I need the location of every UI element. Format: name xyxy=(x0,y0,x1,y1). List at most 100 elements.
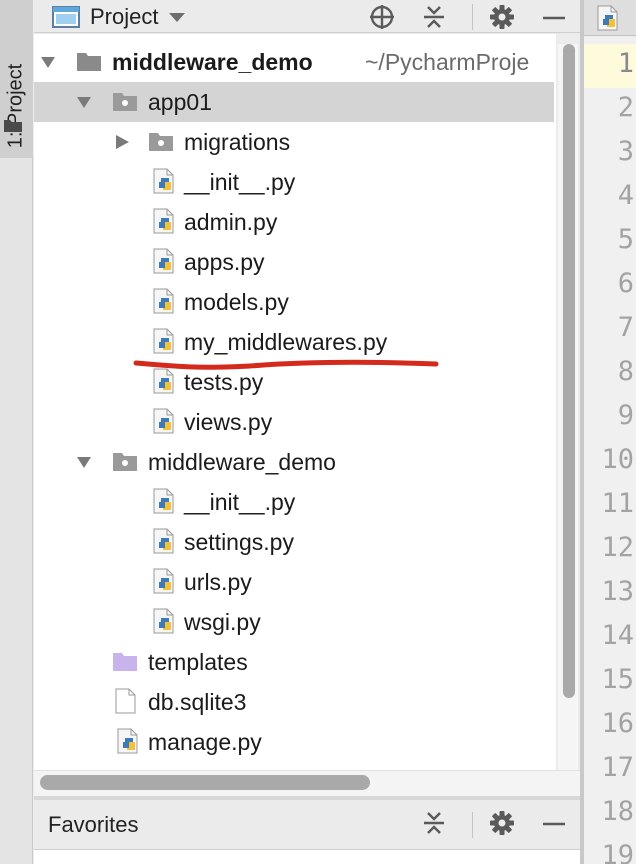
line-number: 12 xyxy=(601,532,634,563)
line-number: 7 xyxy=(617,312,634,343)
panel-title: Project xyxy=(90,4,159,29)
tree-row-file[interactable]: admin.py xyxy=(34,202,556,242)
tree-row-manage-py[interactable]: manage.py xyxy=(34,722,556,762)
python-file-icon xyxy=(153,288,174,314)
project-tree: middleware_demo ~/PycharmProje app01 mig… xyxy=(34,34,556,772)
line-number: 14 xyxy=(601,620,634,651)
tree-row-file[interactable]: __init__.py xyxy=(34,482,556,522)
line-number: 11 xyxy=(601,488,634,519)
line-number: 6 xyxy=(617,268,634,299)
line-number: 9 xyxy=(617,400,634,431)
tree-row-label: middleware_demo xyxy=(112,49,313,75)
python-file-icon xyxy=(153,528,174,554)
python-file-icon xyxy=(153,208,174,234)
python-file-icon xyxy=(153,608,174,634)
package-folder-icon xyxy=(113,453,137,471)
chevron-down-icon[interactable] xyxy=(40,55,56,69)
line-number: 5 xyxy=(617,224,634,255)
gear-icon[interactable] xyxy=(488,810,516,836)
python-file-icon xyxy=(153,368,174,394)
line-number: 15 xyxy=(601,664,634,695)
templates-folder-icon xyxy=(113,653,137,671)
tree-row-label: middleware_demo xyxy=(148,449,336,475)
line-number: 13 xyxy=(601,576,634,607)
tree-row-label: db.sqlite3 xyxy=(148,689,247,715)
tree-row-label: __init__.py xyxy=(184,169,296,195)
project-panel-header: Project xyxy=(34,0,580,33)
python-file-icon xyxy=(153,408,174,434)
python-file-icon xyxy=(153,488,174,514)
tree-row-file[interactable]: wsgi.py xyxy=(34,602,556,642)
line-number: 10 xyxy=(601,444,634,475)
python-file-icon xyxy=(153,568,174,594)
tree-row-label: settings.py xyxy=(184,529,294,555)
plain-file-icon xyxy=(115,688,136,714)
tree-row-label: views.py xyxy=(184,409,273,435)
chevron-down-icon xyxy=(169,13,186,22)
line-number: 18 xyxy=(601,796,634,827)
line-number: 1 xyxy=(617,48,634,79)
tree-row-label: app01 xyxy=(148,89,212,115)
tool-window-strip: 1: Project xyxy=(0,0,33,864)
collapse-all-icon[interactable] xyxy=(420,810,448,836)
project-tool-tab-label: 1: Project xyxy=(4,63,27,149)
minimize-icon[interactable] xyxy=(540,810,568,836)
python-file-icon xyxy=(153,328,174,354)
horizontal-scrollbar-thumb[interactable] xyxy=(40,775,370,790)
tree-row-label: apps.py xyxy=(184,249,265,275)
tree-row-root-middleware-demo[interactable]: middleware_demo ~/PycharmProje xyxy=(34,42,556,82)
python-file-icon xyxy=(153,248,174,274)
header-divider xyxy=(472,4,473,30)
tree-row-label: wsgi.py xyxy=(184,609,261,635)
python-file-icon xyxy=(153,168,174,194)
tree-row-db-sqlite3[interactable]: db.sqlite3 xyxy=(34,682,556,722)
line-number: 8 xyxy=(617,356,634,387)
header-divider xyxy=(472,812,473,838)
tree-row-file[interactable]: apps.py xyxy=(34,242,556,282)
project-tool-tab[interactable]: 1: Project xyxy=(0,0,33,158)
chevron-right-icon[interactable] xyxy=(114,135,130,149)
favorites-panel-header: Favorites xyxy=(34,800,580,850)
chevron-down-icon[interactable] xyxy=(76,455,92,469)
favorites-list xyxy=(34,850,580,864)
tree-row-templates[interactable]: templates xyxy=(34,642,556,682)
tree-row-migrations[interactable]: migrations xyxy=(34,122,556,162)
tree-row-label: manage.py xyxy=(148,729,262,755)
tree-row-label: models.py xyxy=(184,289,289,315)
minimize-icon[interactable] xyxy=(540,4,568,30)
line-number: 16 xyxy=(601,708,634,739)
project-path: ~/PycharmProje xyxy=(365,49,530,75)
line-number: 17 xyxy=(601,752,634,783)
tree-row-middleware-demo-package[interactable]: middleware_demo xyxy=(34,442,556,482)
line-number: 4 xyxy=(617,180,634,211)
tree-row-label: templates xyxy=(148,649,248,675)
package-folder-icon xyxy=(149,133,173,151)
locate-crosshair-icon[interactable] xyxy=(368,4,396,30)
collapse-all-icon[interactable] xyxy=(420,4,448,30)
python-file-icon[interactable] xyxy=(596,5,622,31)
line-number: 3 xyxy=(617,136,634,167)
tree-row-label: tests.py xyxy=(184,369,264,395)
line-number: 19 xyxy=(601,840,634,864)
tree-row-file[interactable]: my_middlewares.py xyxy=(34,322,556,362)
tree-row-file[interactable]: tests.py xyxy=(34,362,556,402)
tree-row-app01[interactable]: app01 xyxy=(34,82,554,122)
package-folder-icon xyxy=(113,93,137,111)
tree-row-label: migrations xyxy=(184,129,291,155)
folder-icon xyxy=(77,53,101,71)
tree-row-file[interactable]: urls.py xyxy=(34,562,556,602)
tree-row-file[interactable]: settings.py xyxy=(34,522,556,562)
vertical-scrollbar-thumb[interactable] xyxy=(563,44,575,698)
tree-row-label: __init__.py xyxy=(184,489,296,515)
python-file-icon xyxy=(117,728,138,754)
tree-row-file[interactable]: views.py xyxy=(34,402,556,442)
tree-row-label: urls.py xyxy=(184,569,252,595)
window-icon xyxy=(52,6,80,28)
tree-row-file[interactable]: __init__.py xyxy=(34,162,556,202)
line-number: 2 xyxy=(617,92,634,123)
view-selector[interactable]: Project xyxy=(52,3,186,31)
tree-row-file[interactable]: models.py xyxy=(34,282,556,322)
chevron-down-icon[interactable] xyxy=(76,95,92,109)
editor-tab-bar xyxy=(584,0,636,36)
gear-icon[interactable] xyxy=(488,4,516,30)
